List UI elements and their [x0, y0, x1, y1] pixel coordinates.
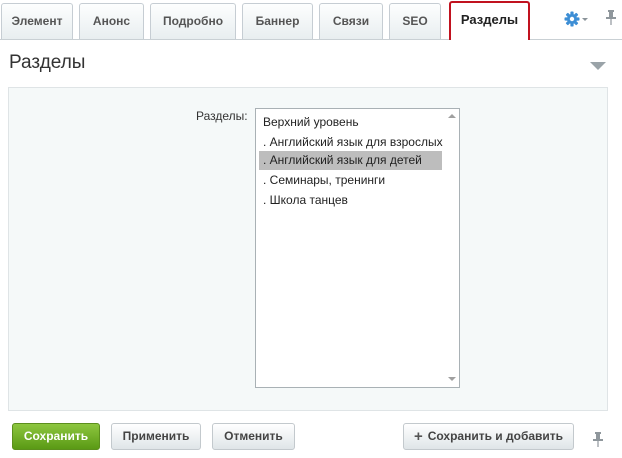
tab-links[interactable]: Связи	[319, 3, 383, 39]
list-item-selected[interactable]: . Английский язык для детей	[259, 151, 442, 170]
save-and-add-button[interactable]: + Сохранить и добавить	[403, 423, 574, 450]
plus-icon: +	[413, 428, 423, 445]
tab-element[interactable]: Элемент	[1, 3, 73, 39]
list-item[interactable]: . Английский язык для взрослых	[259, 133, 443, 152]
chevron-down-icon	[582, 18, 588, 21]
tab-seo[interactable]: SEO	[389, 3, 441, 39]
gear-icon	[564, 11, 588, 27]
save-and-add-label: Сохранить и добавить	[427, 429, 564, 443]
list-item[interactable]: Верхний уровень	[259, 113, 442, 132]
scroll-down-arrow-icon[interactable]	[448, 377, 456, 381]
pin-icon	[593, 432, 603, 447]
section-title: Разделы	[9, 52, 86, 73]
listbox-scrollbar[interactable]	[444, 109, 459, 387]
tab-details[interactable]: Подробно	[150, 3, 236, 39]
triangle-down-icon	[590, 62, 606, 70]
collapse-section-button[interactable]	[590, 58, 606, 70]
pin-icon	[606, 10, 616, 25]
scroll-up-arrow-icon[interactable]	[448, 114, 456, 118]
pin-tabs-button[interactable]	[605, 9, 617, 25]
tab-banner[interactable]: Баннер	[242, 3, 313, 39]
tab-sections[interactable]: Разделы	[449, 1, 530, 40]
settings-dropdown[interactable]	[563, 9, 589, 29]
list-item[interactable]: . Семинары, тренинги	[259, 171, 442, 190]
save-button[interactable]: Сохранить	[12, 423, 100, 450]
list-item[interactable]: . Школа танцев	[259, 191, 442, 210]
tab-bar: Элемент Анонс Подробно Баннер Связи SEO …	[0, 0, 622, 40]
sections-multiselect[interactable]: Верхний уровень . Английский язык для вз…	[255, 108, 460, 388]
cancel-button[interactable]: Отменить	[212, 423, 295, 450]
tab-announce[interactable]: Анонс	[79, 3, 144, 39]
pin-buttons-button[interactable]	[592, 431, 604, 447]
apply-button[interactable]: Применить	[111, 423, 201, 450]
sections-field-label: Разделы:	[196, 109, 248, 123]
